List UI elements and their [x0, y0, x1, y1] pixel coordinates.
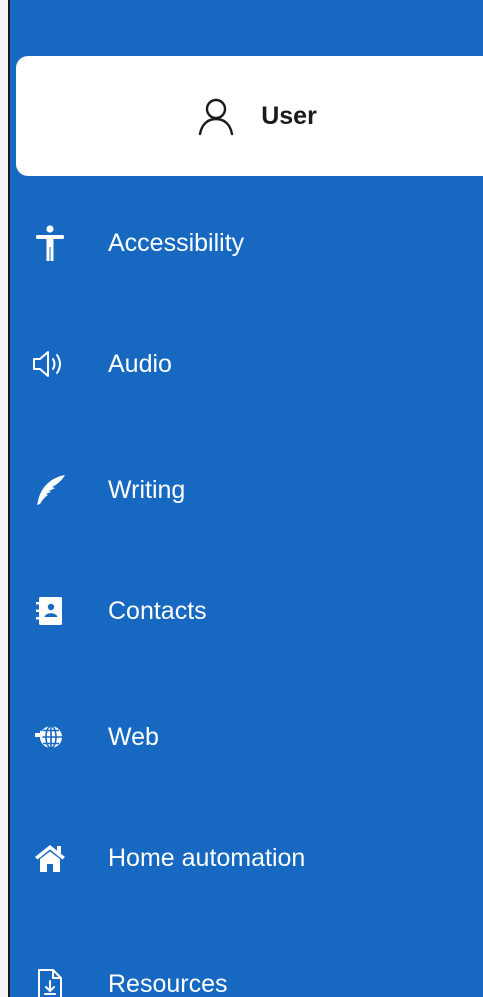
- sidebar-item-web[interactable]: Web: [10, 697, 483, 777]
- sidebar-item-label: Web: [108, 722, 159, 751]
- sidebar-item-accessibility[interactable]: Accessibility: [10, 203, 483, 283]
- person-outline-icon: [195, 95, 237, 137]
- globe-icon: [32, 719, 68, 755]
- contact-card-icon: [32, 593, 68, 629]
- sidebar-item-contacts[interactable]: Contacts: [10, 571, 483, 651]
- sidebar-item-home-automation[interactable]: Home automation: [10, 818, 483, 898]
- sidebar-item-audio[interactable]: Audio: [10, 324, 483, 404]
- sidebar-item-label: Resources: [108, 969, 228, 997]
- quill-feather-icon: [32, 472, 68, 508]
- sidebar-item-label: Audio: [108, 349, 172, 378]
- sidebar-item-writing[interactable]: Writing: [10, 450, 483, 530]
- sidebar-item-label: Contacts: [108, 596, 207, 625]
- download-document-icon: [32, 966, 68, 997]
- settings-sidebar: User Accessibility Audio Writing Contact…: [10, 0, 483, 997]
- sidebar-item-label: Writing: [108, 475, 186, 504]
- sidebar-item-label: Home automation: [108, 843, 306, 872]
- accessibility-icon: [32, 225, 68, 261]
- sidebar-item-label: Accessibility: [108, 228, 245, 257]
- sidebar-item-user[interactable]: User: [16, 56, 483, 176]
- speaker-icon: [32, 346, 68, 382]
- sidebar-item-resources[interactable]: Resources: [10, 944, 483, 997]
- window-edge: [0, 0, 8, 997]
- sidebar-item-label: User: [261, 101, 317, 130]
- home-icon: [32, 840, 68, 876]
